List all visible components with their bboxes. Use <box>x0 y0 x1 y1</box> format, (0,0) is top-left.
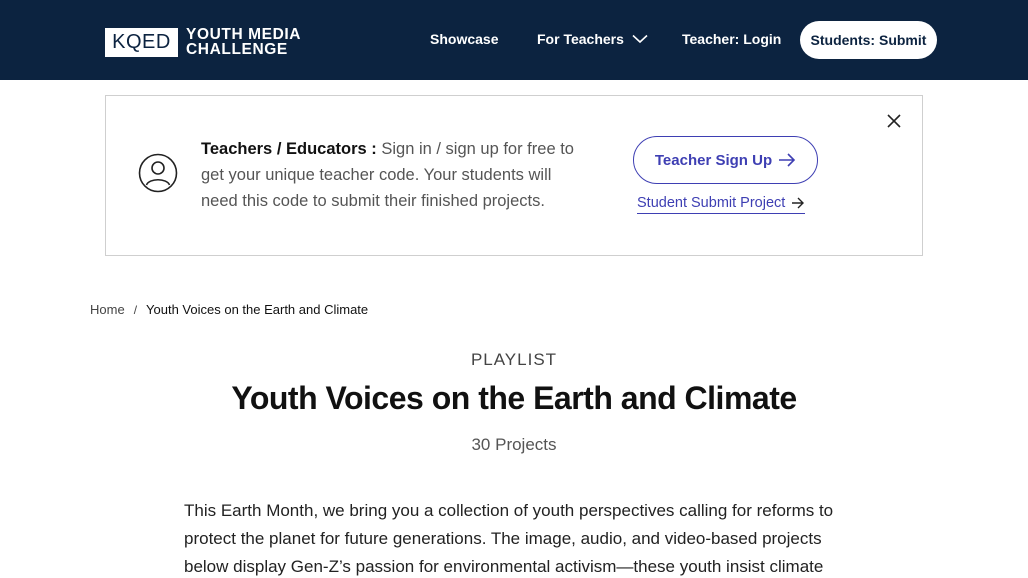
logo-line-2: CHALLENGE <box>186 41 288 58</box>
banner-message: Teachers / Educators : Sign in / sign up… <box>201 136 586 214</box>
kqed-logo-mark: KQED <box>105 27 178 57</box>
close-icon[interactable] <box>886 113 902 129</box>
project-count: 30 Projects <box>471 435 557 454</box>
banner-heading: Teachers / Educators : <box>201 140 377 158</box>
kqed-youth-media-challenge-logo[interactable]: KQED YOUTH MEDIA CHALLENGE <box>105 27 301 57</box>
breadcrumb: Home / Youth Voices on the Earth and Cli… <box>90 302 368 317</box>
breadcrumb-separator: / <box>133 302 138 317</box>
teacher-sign-up-label: Teacher Sign Up <box>654 151 773 169</box>
breadcrumb-home-link[interactable]: Home <box>90 302 125 317</box>
playlist-description: This Earth Month, we bring you a collect… <box>184 501 834 576</box>
arrow-right-icon <box>779 153 796 167</box>
nav-teacher-login-link[interactable]: Teacher: Login <box>682 31 781 47</box>
student-submit-project-label: Student Submit Project <box>637 195 786 211</box>
arrow-right-icon <box>792 197 805 209</box>
teacher-sign-up-button[interactable]: Teacher Sign Up <box>633 136 818 184</box>
breadcrumb-current: Youth Voices on the Earth and Climate <box>146 302 369 317</box>
students-submit-button[interactable]: Students: Submit <box>800 21 937 59</box>
nav-for-teachers-dropdown[interactable]: For Teachers <box>537 31 648 47</box>
top-navigation-bar: KQED YOUTH MEDIA CHALLENGE Showcase For … <box>0 0 1028 80</box>
chevron-down-icon <box>632 34 648 44</box>
logo-line-1: YOUTH MEDIA <box>186 26 302 43</box>
student-submit-project-link[interactable]: Student Submit Project <box>637 195 806 214</box>
logo-wordmark: YOUTH MEDIA CHALLENGE <box>186 26 302 58</box>
user-avatar-icon <box>138 153 178 193</box>
playlist-kicker: PLAYLIST <box>470 350 558 369</box>
page-title: Youth Voices on the Earth and Climate <box>231 380 797 416</box>
teacher-signup-banner: Teachers / Educators : Sign in / sign up… <box>105 95 923 256</box>
nav-showcase-link[interactable]: Showcase <box>430 31 498 47</box>
nav-for-teachers-label: For Teachers <box>537 31 624 47</box>
